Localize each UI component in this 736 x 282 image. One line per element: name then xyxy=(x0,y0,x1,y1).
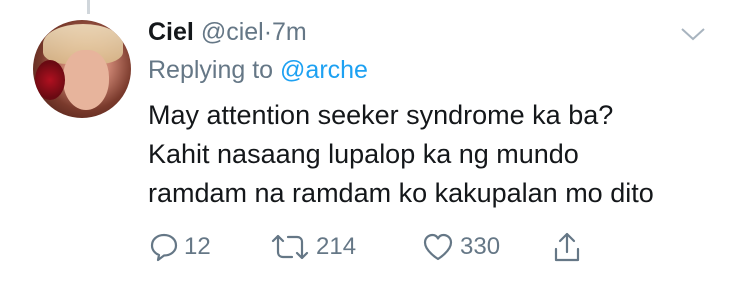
reply-button[interactable]: 12 xyxy=(150,230,211,264)
replying-to-label: Replying to xyxy=(148,56,281,84)
avatar-face xyxy=(63,50,109,110)
reply-bubble-icon xyxy=(150,233,178,262)
tweet-text-line: Kahit nasaang lupalop ka ng mundo xyxy=(148,139,579,169)
retweet-count: 214 xyxy=(316,233,357,260)
tweet-text: May attention seeker syndrome ka ba? Kah… xyxy=(148,96,708,213)
avatar[interactable] xyxy=(33,20,131,118)
tweet-actions: 12 214 330 xyxy=(150,230,610,264)
display-name[interactable]: Ciel xyxy=(148,18,194,46)
reply-count: 12 xyxy=(184,233,211,260)
separator-dot: · xyxy=(263,18,273,46)
handle[interactable]: @ciel xyxy=(201,18,264,46)
share-icon xyxy=(554,232,580,262)
heart-icon xyxy=(423,233,453,261)
tweet[interactable]: Ciel @ciel·7m Replying to @arche May att… xyxy=(0,0,736,282)
tweet-header: Ciel @ciel·7m xyxy=(148,14,708,50)
retweet-icon xyxy=(271,234,309,260)
tweet-text-line: ramdam na ramdam ko kakupalan mo dito xyxy=(148,178,654,208)
tweet-content: Ciel @ciel·7m Replying to @arche May att… xyxy=(148,14,708,213)
timestamp[interactable]: 7m xyxy=(272,18,307,46)
share-button[interactable] xyxy=(553,230,581,264)
avatar-rose xyxy=(35,60,65,100)
chevron-down-icon[interactable] xyxy=(679,24,707,44)
like-button[interactable]: 330 xyxy=(422,230,500,264)
replying-to-mention[interactable]: @arche xyxy=(280,56,368,84)
retweet-button[interactable]: 214 xyxy=(270,230,356,264)
replying-to: Replying to @arche xyxy=(148,50,708,90)
tweet-text-line: May attention seeker syndrome ka ba? xyxy=(148,100,614,130)
thread-line xyxy=(87,0,90,14)
like-count: 330 xyxy=(460,233,501,260)
